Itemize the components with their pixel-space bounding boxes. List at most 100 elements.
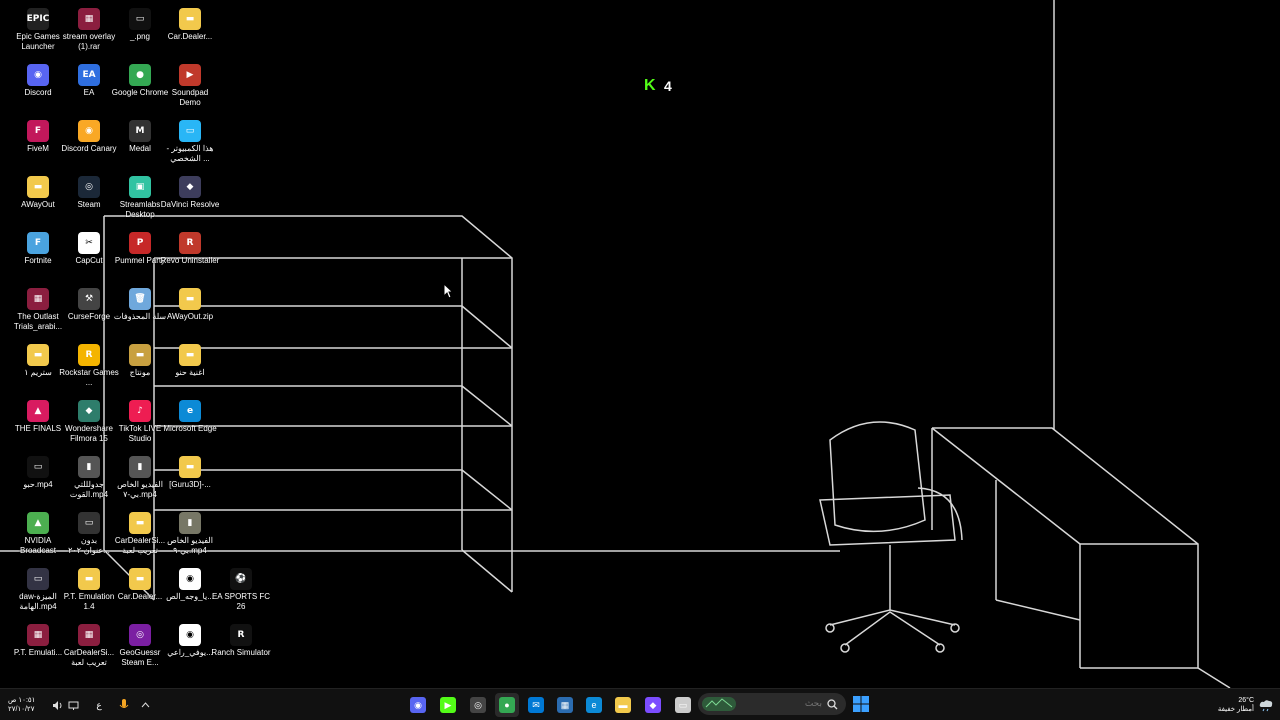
desktop-icon[interactable]: ▲ NVIDIA Broadcast <box>12 508 64 562</box>
app-icon: ◎ <box>129 624 151 646</box>
desktop-icon[interactable]: ◎ Steam <box>63 172 115 226</box>
desktop-icon[interactable]: ◉ يا_وجه_الص... <box>164 564 216 618</box>
desktop-icon[interactable]: ♪ TikTok LIVE Studio <box>114 396 166 450</box>
windows-logo-icon <box>853 696 869 712</box>
desktop-icon-label: هذا الكمبيوتر - الشخصي ... <box>166 144 214 163</box>
app-icon: EA <box>78 64 100 86</box>
weather-widget[interactable]: 26°C أمطار خفيفة <box>1200 693 1274 717</box>
desktop-icon[interactable]: ◆ DaVinci Resolve <box>161 172 219 226</box>
taskbar-app-button[interactable]: ▦ <box>553 693 577 717</box>
desktop-icon[interactable]: ▬ AWayOut.zip <box>164 284 216 338</box>
desktop-icon[interactable]: ◎ GeoGuessr Steam E... <box>114 620 166 674</box>
desktop-icon[interactable]: ▬ Car.Dealer... <box>164 4 216 58</box>
obs-app-icon: ◎ <box>470 697 486 713</box>
desktop-icon[interactable]: ▬ اغنية حنو <box>164 340 216 394</box>
desktop-icon[interactable]: ▭ حبو.mp4 <box>12 452 64 506</box>
desktop-icon[interactable]: ▦ CarDealerSi... تعريب لعبة <box>63 620 115 674</box>
app-icon: ▬ <box>27 344 49 366</box>
taskbar-app-button[interactable]: ▬ <box>611 693 635 717</box>
desktop-icon[interactable]: EPIC Epic Games Launcher <box>12 4 64 58</box>
taskbar-app-button[interactable]: ▭ <box>671 693 695 717</box>
desktop-icon[interactable]: ▦ stream overlay (1).rar <box>63 4 115 58</box>
app-icon: ▬ <box>129 512 151 534</box>
desktop-icon[interactable]: R Rockstar Games ... <box>59 340 119 394</box>
taskbar-app-button[interactable]: ✉ <box>524 693 548 717</box>
desktop-icon[interactable]: ▣ Streamlabs Desktop <box>114 172 166 226</box>
volume-icon[interactable] <box>50 693 64 717</box>
desktop-icon[interactable]: ⚽ EA SPORTS FC 26 <box>212 564 270 618</box>
desktop-icon[interactable]: R Revo Uninstaller <box>161 228 219 282</box>
app-icon: ⚽ <box>230 568 252 590</box>
desktop-icon[interactable]: ◉ Discord Canary <box>61 116 117 170</box>
search-input[interactable] <box>742 699 822 709</box>
desktop-icon-label: Microsoft Edge <box>163 424 217 433</box>
language-indicator[interactable]: ع <box>92 693 106 717</box>
desktop-icon[interactable]: 🗑 سلة المحذوفات <box>114 284 166 338</box>
desktop-icon[interactable]: ▬ CarDealerSi... تعريب لعبة <box>114 508 166 562</box>
copilot-app-icon: ◆ <box>645 697 661 713</box>
desktop-icon[interactable]: ▬ ستريم ١ <box>12 340 64 394</box>
desktop-icon[interactable]: F Fortnite <box>12 228 64 282</box>
desktop-icon[interactable]: F FiveM <box>12 116 64 170</box>
app-icon: ▮ <box>129 456 151 478</box>
desktop-icon[interactable]: ▮ الفيديو الخاص بي-٩.mp4 <box>164 508 216 562</box>
app-icon: ▬ <box>78 568 100 590</box>
desktop-icon[interactable]: ◉ Discord <box>12 60 64 114</box>
desktop-icon[interactable]: ▶ Soundpad Demo <box>164 60 216 114</box>
desktop-icon[interactable]: ▬ [Guru3D]-... <box>164 452 216 506</box>
desktop-icon[interactable]: ● Google Chrome <box>112 60 168 114</box>
app-icon: ▭ <box>129 8 151 30</box>
desktop-icon[interactable]: ⚒ CurseForge <box>63 284 115 338</box>
taskbar-search-box[interactable] <box>698 693 846 715</box>
desktop-icon[interactable]: ▦ The Outlast Trials_arabi... <box>12 284 64 338</box>
app-icon: ▬ <box>179 456 201 478</box>
store-app-icon: ▦ <box>557 697 573 713</box>
desktop-icon[interactable]: ▬ Car.Dealer... <box>114 564 166 618</box>
taskbar-app-button[interactable]: ◉ <box>406 693 430 717</box>
microphone-icon[interactable] <box>116 693 132 717</box>
desktop-icon[interactable]: ◉ يوفي_راعي... <box>164 620 216 674</box>
chevron-up-icon[interactable] <box>138 693 152 717</box>
desktop-icon[interactable]: EA EA <box>63 60 115 114</box>
app-icon: ▦ <box>78 624 100 646</box>
desktop-icon[interactable]: e Microsoft Edge <box>163 396 217 450</box>
desktop-icon[interactable]: R Ranch Simulator <box>211 620 271 674</box>
search-icon <box>827 698 838 709</box>
desktop-icon-label: الفيديو الخاص بي-٩.mp4 <box>167 536 213 555</box>
app-icon: ▮ <box>78 456 100 478</box>
app-icon: ▬ <box>129 568 151 590</box>
desktop-icon[interactable]: ▮ الفيديو الخاص بي-٧.mp4 <box>114 452 166 506</box>
app-icon: ⚒ <box>78 288 100 310</box>
clock[interactable]: ١٠:٥١ ص ٢٧/١٠/٢٧ <box>8 693 48 717</box>
app-icon: ▦ <box>27 288 49 310</box>
taskbar-app-button[interactable]: ● <box>495 693 519 717</box>
desktop-icon[interactable]: P Pummel Party <box>114 228 166 282</box>
desktop-icon[interactable]: ▭ _.png <box>114 4 166 58</box>
file-explorer-icon: ▬ <box>615 697 631 713</box>
desktop-icon[interactable]: ▭ هذا الكمبيوتر - الشخصي ... <box>164 116 216 170</box>
desktop-icon[interactable]: ▲ THE FINALS <box>12 396 64 450</box>
desktop-icon[interactable]: ▭ daw-الميزة الهامة.mp4 <box>12 564 64 618</box>
taskbar-app-button[interactable]: ◎ <box>466 693 490 717</box>
taskbar-app-button[interactable]: e <box>582 693 606 717</box>
taskbar-app-button[interactable]: ▶ <box>436 693 460 717</box>
network-icon[interactable] <box>66 693 80 717</box>
desktop-icon[interactable]: ▬ AWayOut <box>12 172 64 226</box>
app-icon: ♪ <box>129 400 151 422</box>
desktop-icon[interactable]: ▬ مونتاج <box>114 340 166 394</box>
desktop-icon[interactable]: ▬ P.T. Emulation 1.4 <box>63 564 115 618</box>
app-icon: ▬ <box>179 288 201 310</box>
mouse-cursor-icon <box>443 283 453 299</box>
app-icon: ▬ <box>129 344 151 366</box>
desktop-icon[interactable]: ▮ جدولللتي القوت.mp4 <box>63 452 115 506</box>
desktop-icon[interactable]: ✂ CapCut <box>63 228 115 282</box>
app-icon: ▭ <box>179 120 201 142</box>
desktop-icon[interactable]: ▭ بدون عنوان-٢٠٢... <box>63 508 115 562</box>
start-button[interactable] <box>850 692 872 716</box>
taskbar-app-button[interactable]: ◆ <box>641 693 665 717</box>
app-icon: ▮ <box>179 512 201 534</box>
desktop-icon[interactable]: M Medal <box>114 116 166 170</box>
desktop-icon[interactable]: ◆ Wondershare Filmora 15 <box>63 396 115 450</box>
desktop-icon[interactable]: ▦ P.T. Emulati... <box>12 620 64 674</box>
app-icon: ◆ <box>78 400 100 422</box>
